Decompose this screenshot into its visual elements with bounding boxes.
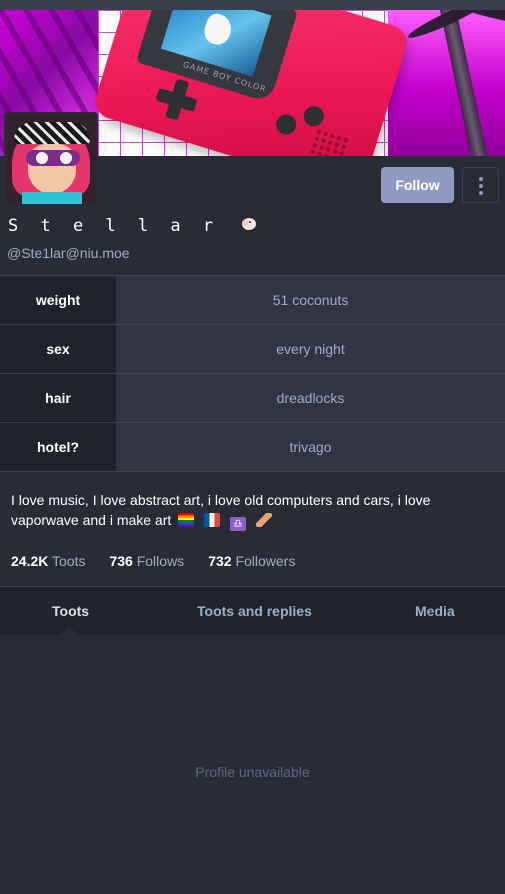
field-row: hair dreadlocks — [0, 374, 505, 423]
field-name: sex — [0, 325, 116, 373]
field-value: trivago — [116, 423, 505, 471]
follow-button[interactable]: Follow — [381, 167, 454, 203]
profile-counts: 24.2K Toots 736 Follows 732 Followers — [11, 553, 295, 569]
field-name: weight — [0, 276, 116, 324]
account-handle: @Ste1lar@niu.moe — [7, 245, 130, 261]
profile-fields-table: weight 51 coconuts sex every night hair … — [0, 275, 505, 472]
field-row: weight 51 coconuts — [0, 276, 505, 325]
rainbow-flag-icon — [178, 513, 195, 527]
field-row: sex every night — [0, 325, 505, 374]
libra-icon: ♎ — [229, 517, 246, 531]
follows-count-link[interactable]: 736 Follows — [109, 553, 184, 569]
field-value: dreadlocks — [116, 374, 505, 422]
profile-bio: I love music, I love abstract art, i lov… — [11, 490, 481, 531]
top-bar — [0, 0, 505, 10]
sloth-emoji-icon — [242, 218, 257, 230]
bio-text: I love music, I love abstract art, i lov… — [11, 492, 431, 528]
field-value: 51 coconuts — [116, 276, 505, 324]
toots-count-link[interactable]: 24.2K Toots — [11, 553, 85, 569]
tab-toots-and-replies[interactable]: Toots and replies — [197, 587, 312, 635]
field-name: hair — [0, 374, 116, 422]
tab-media[interactable]: Media — [415, 587, 455, 635]
field-name: hotel? — [0, 423, 116, 471]
empty-state-message: Profile unavailable — [195, 764, 310, 780]
active-tab-indicator — [60, 626, 78, 635]
followers-count-link[interactable]: 732 Followers — [208, 553, 295, 569]
field-value: every night — [116, 325, 505, 373]
avatar[interactable] — [4, 112, 98, 206]
display-name: S t e l l a r — [8, 216, 257, 236]
more-options-button[interactable] — [462, 167, 499, 203]
field-row: hotel? trivago — [0, 423, 505, 472]
france-flag-icon — [204, 513, 221, 527]
bandage-icon — [255, 513, 272, 527]
